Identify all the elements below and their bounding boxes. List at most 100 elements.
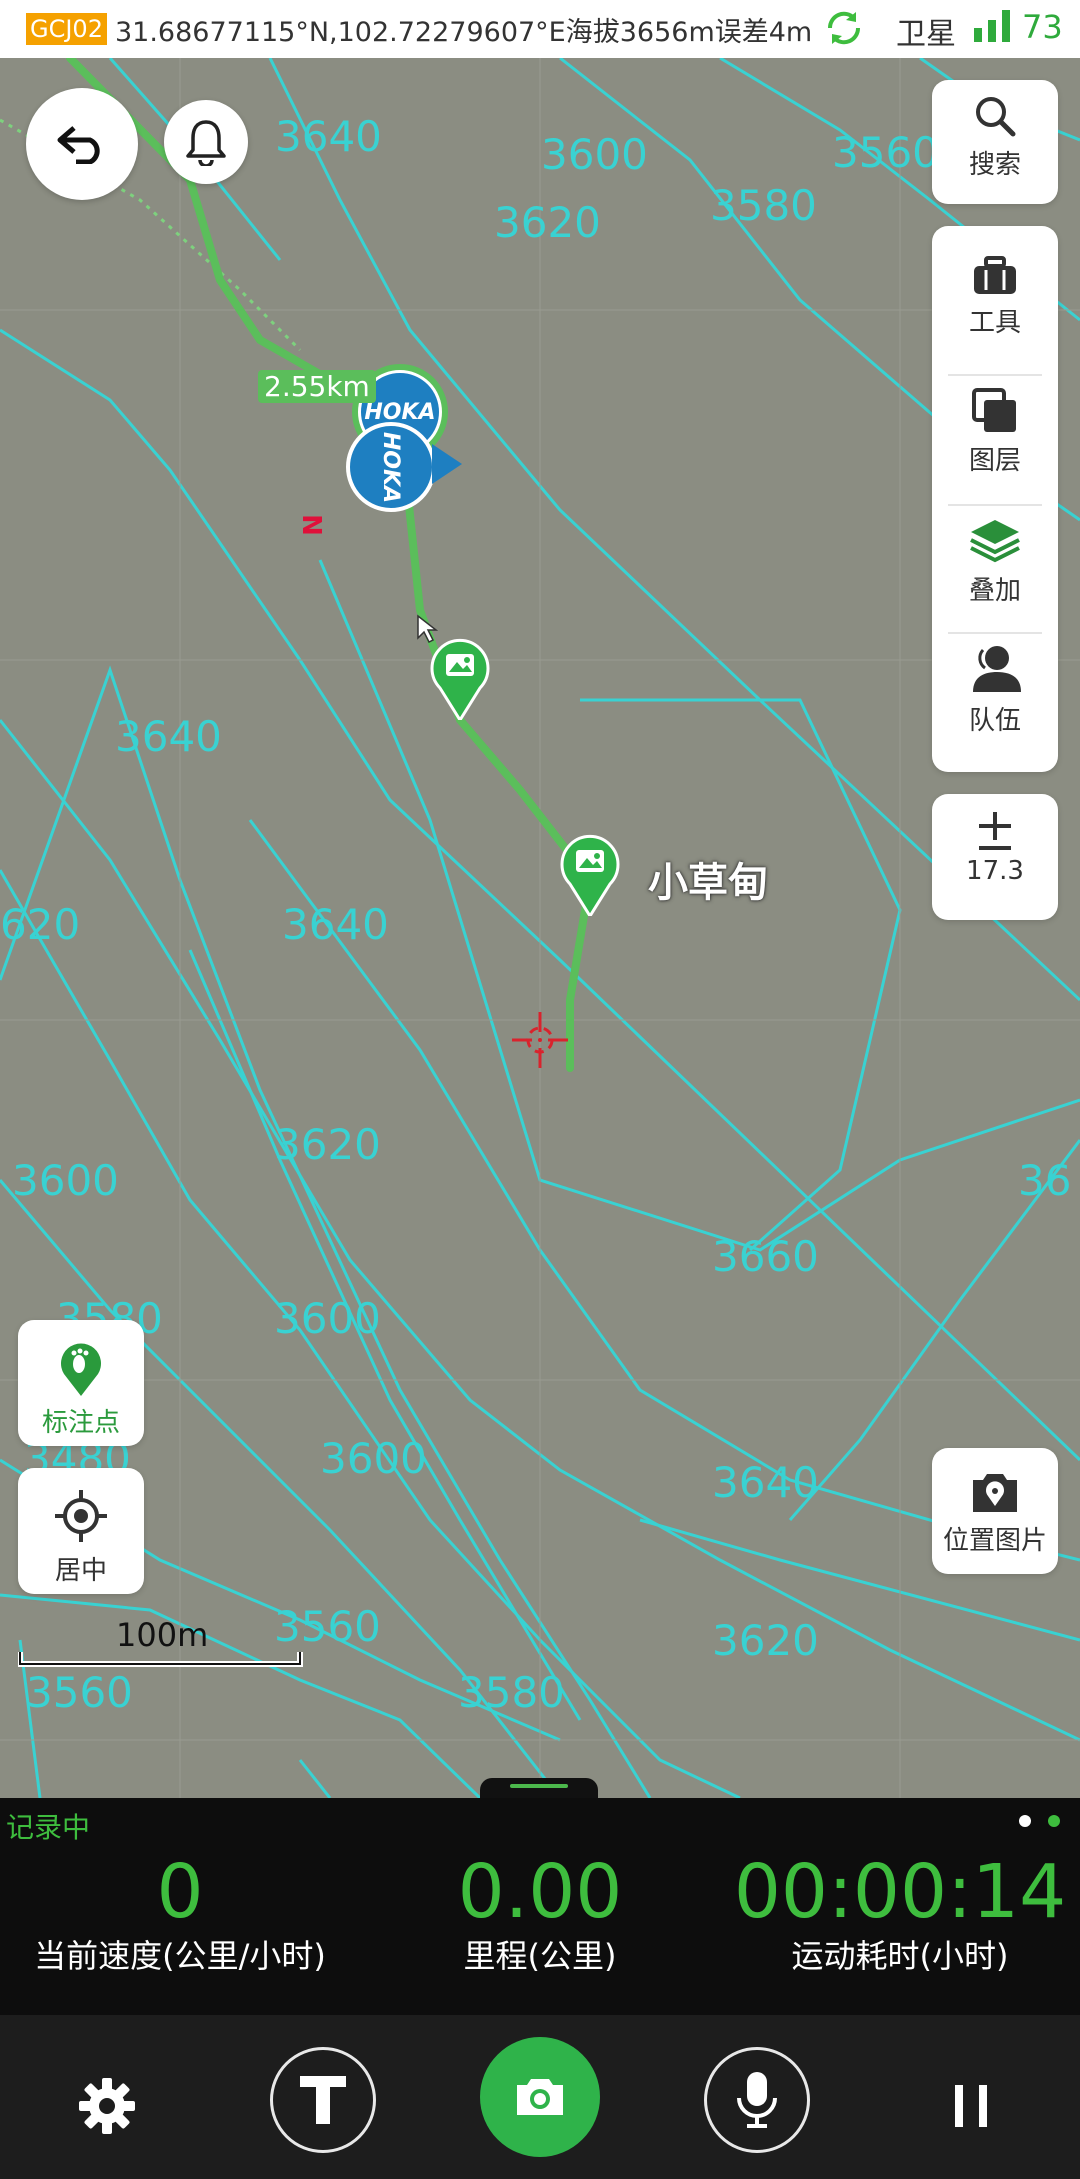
poi-name-label: 小草甸 <box>648 860 768 906</box>
time-label: 运动耗时(小时) <box>791 1937 1009 1975</box>
camera-button[interactable] <box>480 2037 600 2157</box>
contour-label: 3640 <box>282 900 389 949</box>
coord-system-badge: GCJ02 <box>26 13 107 45</box>
contour-label: 36 <box>1018 1156 1072 1205</box>
sync-icon[interactable] <box>822 6 866 50</box>
mark-point-button[interactable]: 标注点 <box>18 1320 144 1446</box>
contour-label: 3560 <box>26 1668 133 1717</box>
locate-icon <box>55 1490 107 1542</box>
brand-marker-label: HOKA <box>378 431 404 503</box>
page-dot-active <box>1048 1815 1060 1827</box>
distance-badge: 2.55km <box>258 370 376 403</box>
speed-label: 当前速度(公里/小时) <box>34 1937 326 1975</box>
team-icon <box>973 646 1021 692</box>
north-marker: N <box>295 514 326 536</box>
zoom-level: 17.3 <box>966 856 1024 886</box>
center-label: 居中 <box>54 1556 107 1586</box>
layers-icon <box>972 388 1016 432</box>
contour-label: 3620 <box>712 1616 819 1665</box>
contour-label: 3600 <box>274 1294 381 1343</box>
pause-button[interactable] <box>926 2061 1016 2151</box>
location-photo-label: 位置图片 <box>942 1526 1047 1556</box>
bell-icon <box>186 120 226 166</box>
page-indicator <box>1007 1812 1060 1831</box>
contour-label: 3560 <box>274 1602 381 1651</box>
camera-pin-icon <box>973 1474 1017 1512</box>
text-note-button[interactable] <box>270 2047 376 2153</box>
divider <box>948 374 1042 376</box>
contour-label: 3640 <box>275 112 382 161</box>
signal-value: 73 <box>1022 8 1063 46</box>
mark-point-label: 标注点 <box>41 1408 120 1438</box>
location-photo-button[interactable]: 位置图片 <box>932 1448 1058 1574</box>
brand-marker-label: HOKA <box>364 399 436 425</box>
layers-button[interactable]: 图层 <box>932 388 1058 477</box>
recording-status: 记录中 <box>6 1811 91 1844</box>
drawer-handle-grip <box>510 1784 568 1788</box>
cursor-icon <box>417 614 438 644</box>
notification-button[interactable] <box>164 100 248 184</box>
drawer-handle[interactable] <box>480 1778 598 1800</box>
search-icon <box>976 97 1016 137</box>
speed-stat: 0 当前速度(公里/小时) <box>0 1848 360 1976</box>
back-icon <box>57 126 100 164</box>
contour-label: 3620 <box>494 198 601 247</box>
gear-icon <box>79 2078 135 2134</box>
back-button[interactable] <box>26 88 138 200</box>
coordinate-readout: 31.68677115°N,102.72279607°E海拔3656m误差4m <box>114 16 813 48</box>
recording-stats-panel: 记录中 0 当前速度(公里/小时) 0.00 里程(公里) 00:00:14 运… <box>0 1798 1080 2015</box>
contour-label: 3600 <box>320 1434 427 1483</box>
photo-pin-icon[interactable] <box>560 834 620 916</box>
tools-label: 工具 <box>968 308 1021 338</box>
camera-icon <box>517 2079 563 2115</box>
brand-marker-bottom[interactable]: HOKA <box>346 422 436 512</box>
divider <box>948 632 1042 634</box>
zoom-in-icon <box>979 812 1011 850</box>
contour-label: 3620 <box>274 1120 381 1169</box>
photo-pin-icon[interactable] <box>430 638 490 720</box>
divider <box>948 504 1042 506</box>
time-value: 00:00:14 <box>733 1849 1067 1935</box>
heading-arrow-icon <box>432 444 462 484</box>
contour-label: 3660 <box>712 1232 819 1281</box>
zoom-control[interactable]: 17.3 <box>932 794 1058 920</box>
pause-icon <box>955 2085 987 2127</box>
search-label: 搜索 <box>968 150 1021 180</box>
contour-label: 3580 <box>710 181 817 230</box>
microphone-icon <box>737 2072 777 2128</box>
team-label: 队伍 <box>968 706 1021 736</box>
overlay-label: 叠加 <box>968 576 1021 606</box>
layers-label: 图层 <box>968 446 1021 476</box>
crosshair-icon <box>512 1012 568 1068</box>
search-button[interactable]: 搜索 <box>932 80 1058 204</box>
contour-label: 620 <box>0 900 81 949</box>
team-button[interactable]: 队伍 <box>932 644 1058 737</box>
text-icon <box>300 2076 346 2124</box>
contour-label: 3600 <box>12 1156 119 1205</box>
status-bar: GCJ02 31.68677115°N,102.72279607°E海拔3656… <box>0 0 1080 58</box>
settings-button[interactable] <box>62 2061 152 2151</box>
topo-map[interactable]: 3640 3600 3560 3620 3580 3640 3640 620 3… <box>0 58 1080 1798</box>
tools-button[interactable]: 工具 <box>932 256 1058 339</box>
contour-label: 3560 <box>832 128 939 177</box>
contour-label: 3580 <box>458 1668 565 1717</box>
satellite-label: 卫星 <box>896 17 956 52</box>
stack-icon <box>970 520 1020 563</box>
distance-value: 0.00 <box>457 1849 623 1935</box>
scale-bar <box>18 1652 303 1667</box>
contour-label: 3640 <box>712 1458 819 1507</box>
scale-label: 100m <box>116 1616 209 1654</box>
time-stat: 00:00:14 运动耗时(小时) <box>720 1848 1080 1976</box>
page-dot <box>1018 1815 1031 1827</box>
signal-bars-icon <box>974 10 1010 42</box>
contour-label: 3640 <box>115 712 222 761</box>
contour-lines <box>0 58 1080 1798</box>
footprint-pin-icon <box>61 1343 101 1396</box>
distance-stat: 0.00 里程(公里) <box>360 1848 720 1976</box>
voice-note-button[interactable] <box>704 2047 810 2153</box>
toolbox-icon <box>974 256 1016 294</box>
overlay-button[interactable]: 叠加 <box>932 518 1058 607</box>
center-button[interactable]: 居中 <box>18 1468 144 1594</box>
bottom-toolbar <box>0 2015 1080 2179</box>
contour-label: 3600 <box>541 130 648 179</box>
